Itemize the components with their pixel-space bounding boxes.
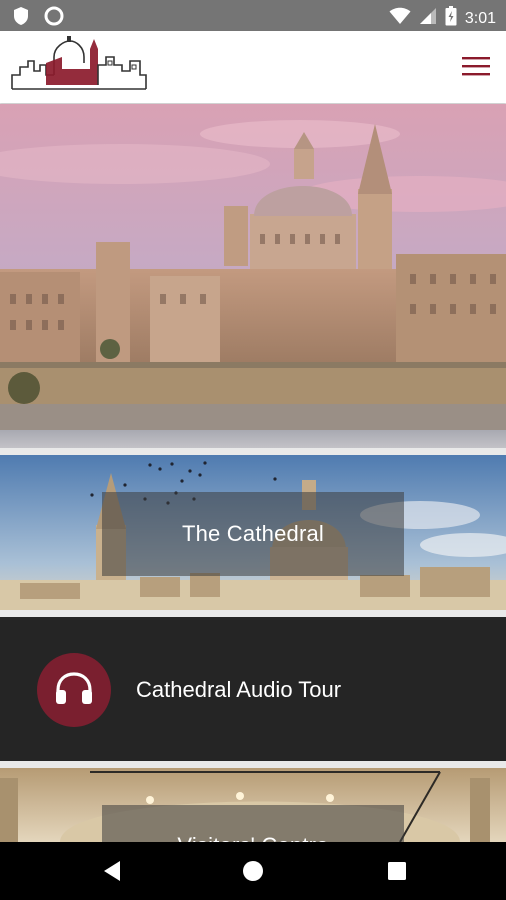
audio-tour-card[interactable]: Cathedral Audio Tour: [0, 617, 506, 761]
back-icon[interactable]: [98, 856, 128, 886]
shield-icon: [12, 6, 30, 31]
status-time: 3:01: [464, 9, 496, 27]
recents-icon[interactable]: [382, 856, 412, 886]
audio-tour-label: Cathedral Audio Tour: [136, 677, 342, 702]
wifi-icon: [389, 7, 411, 30]
cathedral-title-overlay: The Cathedral: [102, 492, 404, 576]
the-cathedral-card[interactable]: The Cathedral: [0, 455, 506, 610]
system-nav-bar: [0, 842, 506, 900]
visitors-card-title: Visitors' Centre: [177, 833, 328, 842]
signal-icon: [419, 7, 437, 30]
home-icon[interactable]: [238, 856, 268, 886]
cathedral-card-title: The Cathedral: [181, 521, 324, 546]
audio-icon-circle: [37, 653, 111, 727]
cathedral-skyline-logo[interactable]: [10, 35, 148, 93]
battery-icon: [445, 6, 457, 31]
status-bar: 3:01: [0, 0, 506, 31]
app-bar: [0, 31, 506, 103]
visitors-centre-card[interactable]: Visitors' Centre: [0, 768, 506, 842]
headphones-icon: [54, 670, 94, 711]
circle-icon: [44, 6, 64, 31]
hero-skyline-image: [0, 104, 506, 448]
hamburger-menu-icon[interactable]: [460, 50, 492, 82]
visitors-title-overlay: Visitors' Centre: [102, 805, 404, 842]
